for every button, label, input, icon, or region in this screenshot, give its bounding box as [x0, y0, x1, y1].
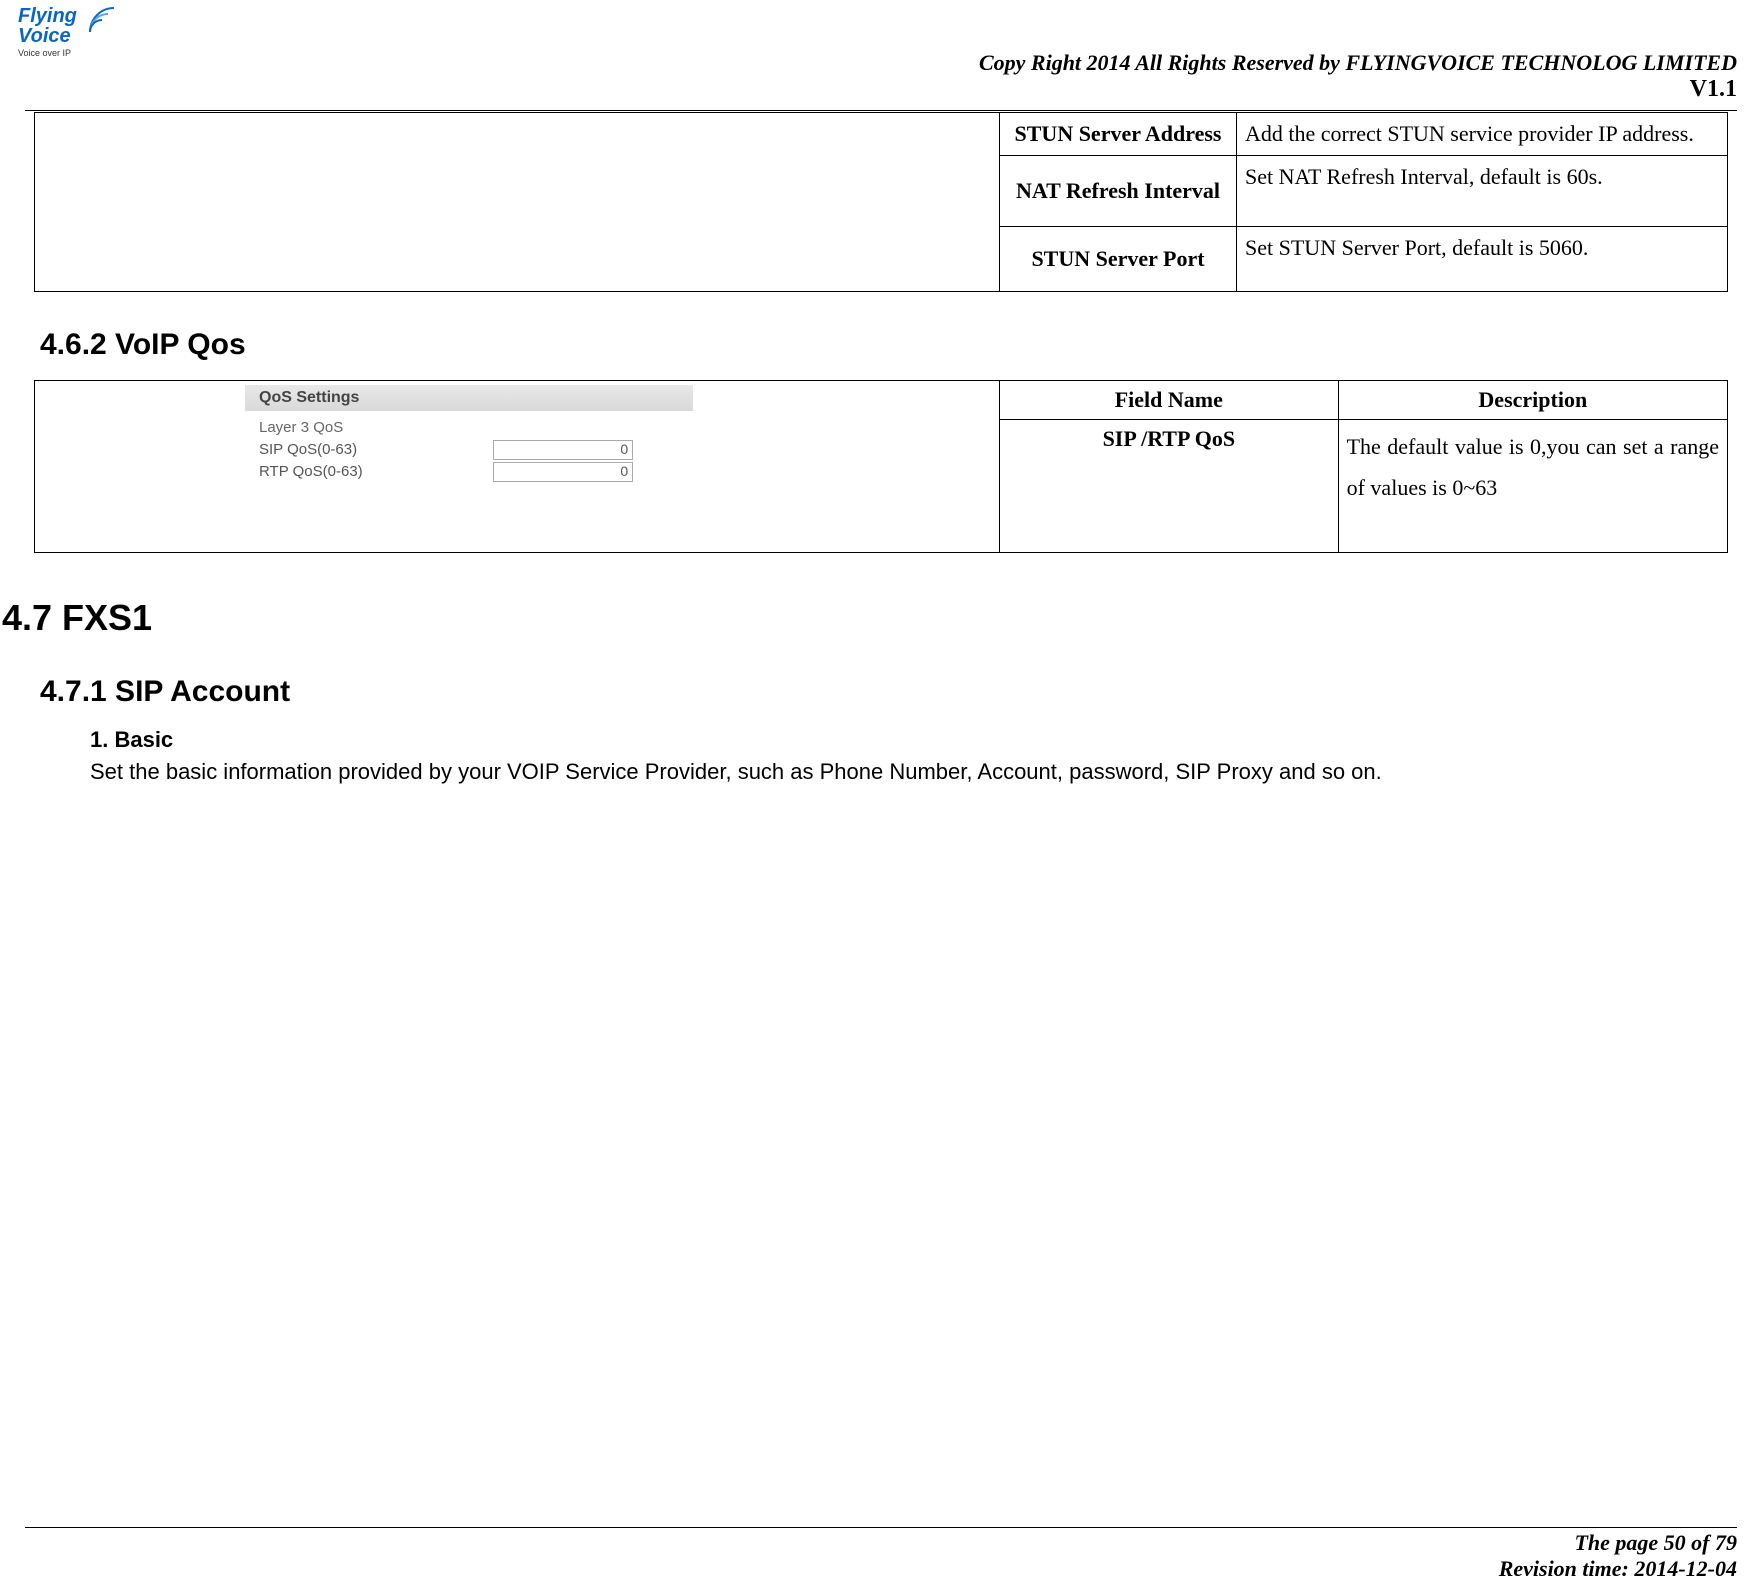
stun-table: STUN Server Address Add the correct STUN… — [34, 112, 1728, 292]
sip-qos-input[interactable]: 0 — [493, 440, 633, 460]
desc-stun-port: Set STUN Server Port, default is 5060. — [1237, 226, 1728, 291]
empty-cell — [35, 113, 1000, 292]
rtp-qos-input[interactable]: 0 — [493, 462, 633, 482]
document-page: Flying Voice Voice over IP Copy Right 20… — [0, 0, 1762, 1590]
qos-table: QoS Settings Layer 3 QoS SIP QoS(0-63) 0… — [34, 380, 1728, 553]
field-stun-address: STUN Server Address — [1000, 113, 1237, 156]
version-text: V1.1 — [979, 76, 1737, 103]
qos-screenshot-cell: QoS Settings Layer 3 QoS SIP QoS(0-63) 0… — [35, 380, 1000, 552]
qos-header-desc: Description — [1338, 380, 1727, 419]
header-right: Copy Right 2014 All Rights Reserved by F… — [979, 50, 1737, 103]
basic-description: Set the basic information provided by yo… — [90, 757, 1728, 788]
qos-desc-siprtp: The default value is 0,you can set a ran… — [1338, 419, 1727, 552]
qos-field-siprtp: SIP /RTP QoS — [1000, 419, 1339, 552]
qos-settings-title: QoS Settings — [245, 385, 693, 411]
basic-heading: 1. Basic — [90, 727, 1728, 753]
heading-471: 4.7.1 SIP Account — [40, 675, 1728, 709]
page-footer: The page 50 of 79 Revision time: 2014-12… — [25, 1527, 1737, 1582]
footer-page-number: The page 50 of 79 — [25, 1530, 1737, 1556]
field-nat-refresh: NAT Refresh Interval — [1000, 155, 1237, 226]
footer-revision: Revision time: 2014-12-04 — [25, 1556, 1737, 1582]
footer-divider — [25, 1527, 1737, 1528]
heading-47: 4.7 FXS1 — [2, 597, 1728, 639]
qos-rtp-row: RTP QoS(0-63) 0 — [259, 462, 999, 482]
qos-layer3-label: Layer 3 QoS — [259, 419, 999, 436]
logo-tagline: Voice over IP — [18, 48, 118, 58]
header-divider — [25, 110, 1737, 111]
desc-stun-address: Add the correct STUN service provider IP… — [1237, 113, 1728, 156]
qos-header-field: Field Name — [1000, 380, 1339, 419]
copyright-text: Copy Right 2014 All Rights Reserved by F… — [979, 50, 1737, 76]
page-content: STUN Server Address Add the correct STUN… — [34, 112, 1728, 787]
table-row: QoS Settings Layer 3 QoS SIP QoS(0-63) 0… — [35, 380, 1728, 419]
table-row: STUN Server Address Add the correct STUN… — [35, 113, 1728, 156]
sip-qos-label: SIP QoS(0-63) — [259, 441, 489, 458]
desc-nat-refresh: Set NAT Refresh Interval, default is 60s… — [1237, 155, 1728, 226]
field-stun-port: STUN Server Port — [1000, 226, 1237, 291]
rtp-qos-label: RTP QoS(0-63) — [259, 463, 489, 480]
qos-sip-row: SIP QoS(0-63) 0 — [259, 440, 999, 460]
brand-logo: Flying Voice Voice over IP — [18, 6, 118, 58]
heading-462: 4.6.2 VoIP Qos — [40, 328, 1728, 362]
signal-icon — [88, 6, 116, 34]
